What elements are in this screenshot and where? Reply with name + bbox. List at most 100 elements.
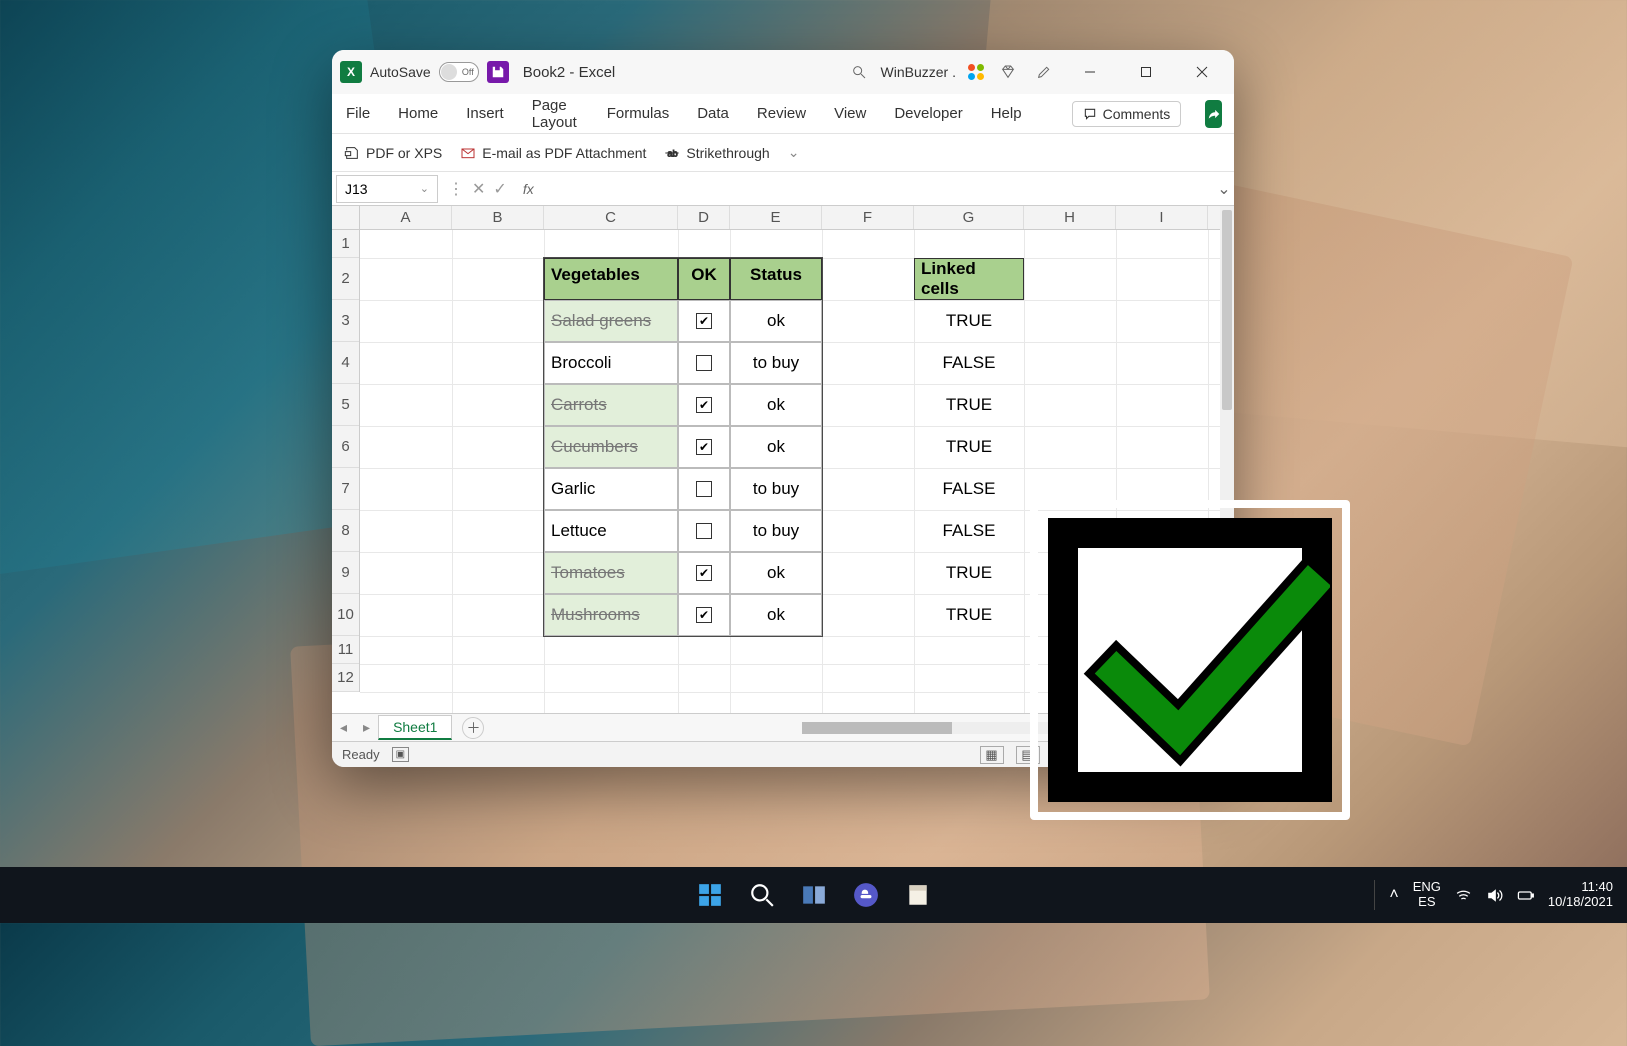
col-header[interactable]: D	[678, 206, 730, 229]
ok-cell[interactable]	[678, 510, 730, 552]
row-header[interactable]: 12	[332, 664, 359, 692]
linked-cell[interactable]: FALSE	[914, 342, 1024, 384]
tab-formulas[interactable]: Formulas	[605, 99, 672, 128]
email-pdf-button[interactable]: E-mail as PDF Attachment	[460, 145, 646, 161]
checkbox[interactable]	[696, 607, 712, 623]
column-headers[interactable]: ABCDEFGHI	[360, 206, 1220, 230]
fx-icon[interactable]: fx	[523, 181, 534, 197]
tab-data[interactable]: Data	[695, 99, 731, 128]
tab-file[interactable]: File	[344, 99, 372, 128]
ok-cell[interactable]	[678, 384, 730, 426]
col-header[interactable]: C	[544, 206, 678, 229]
language-indicator[interactable]: ENG ES	[1413, 880, 1441, 910]
status-cell[interactable]: to buy	[730, 342, 822, 384]
taskbar[interactable]: ˄ ENG ES 11:40 10/18/2021	[0, 867, 1627, 923]
row-header[interactable]: 6	[332, 426, 359, 468]
row-header[interactable]: 8	[332, 510, 359, 552]
tab-insert[interactable]: Insert	[464, 99, 506, 128]
tab-page-layout[interactable]: Page Layout	[530, 91, 581, 137]
linked-cell[interactable]: TRUE	[914, 300, 1024, 342]
row-header[interactable]: 11	[332, 636, 359, 664]
pdf-xps-button[interactable]: PDF or XPS	[344, 145, 442, 161]
volume-icon[interactable]	[1486, 887, 1503, 904]
row-header[interactable]: 7	[332, 468, 359, 510]
add-sheet-button[interactable]: ＋	[462, 717, 484, 739]
account-name[interactable]: WinBuzzer .	[881, 64, 956, 80]
checkbox[interactable]	[696, 397, 712, 413]
macro-record-icon[interactable]: ▣	[392, 747, 409, 762]
view-normal-icon[interactable]: ▦	[980, 746, 1004, 764]
search-icon[interactable]	[845, 58, 873, 86]
name-box[interactable]: J13 ⌄	[336, 175, 438, 203]
col-header[interactable]: I	[1116, 206, 1208, 229]
veg-cell[interactable]: Mushrooms	[544, 594, 678, 636]
linked-cell[interactable]: TRUE	[914, 552, 1024, 594]
table-header[interactable]: OK	[678, 258, 730, 300]
tab-home[interactable]: Home	[396, 99, 440, 128]
veg-cell[interactable]: Garlic	[544, 468, 678, 510]
veg-cell[interactable]: Tomatoes	[544, 552, 678, 594]
table-header[interactable]: Vegetables	[544, 258, 678, 300]
comments-button[interactable]: Comments	[1072, 101, 1182, 127]
maximize-button[interactable]	[1122, 50, 1170, 94]
share-button[interactable]	[1205, 100, 1222, 128]
col-header[interactable]: E	[730, 206, 822, 229]
tab-developer[interactable]: Developer	[892, 99, 964, 128]
status-cell[interactable]: ok	[730, 552, 822, 594]
row-header[interactable]: 9	[332, 552, 359, 594]
row-header[interactable]: 3	[332, 300, 359, 342]
tab-view[interactable]: View	[832, 99, 868, 128]
task-view-icon[interactable]	[799, 880, 829, 910]
ok-cell[interactable]	[678, 594, 730, 636]
formula-vdots-icon[interactable]: ⋮	[448, 179, 464, 199]
qat-overflow-icon[interactable]: ⌄	[788, 144, 800, 161]
formula-expand-icon[interactable]: ⌄	[1214, 179, 1234, 199]
minimize-button[interactable]	[1066, 50, 1114, 94]
select-all-corner[interactable]	[332, 206, 360, 230]
col-header[interactable]: G	[914, 206, 1024, 229]
wifi-icon[interactable]	[1455, 887, 1472, 904]
col-header[interactable]: F	[822, 206, 914, 229]
veg-cell[interactable]: Cucumbers	[544, 426, 678, 468]
ok-cell[interactable]	[678, 342, 730, 384]
chat-icon[interactable]	[851, 880, 881, 910]
ok-cell[interactable]	[678, 552, 730, 594]
table-header[interactable]: Status	[730, 258, 822, 300]
linked-cell[interactable]: FALSE	[914, 468, 1024, 510]
linked-cell[interactable]: TRUE	[914, 426, 1024, 468]
checkbox[interactable]	[696, 313, 712, 329]
row-header[interactable]: 4	[332, 342, 359, 384]
tab-help[interactable]: Help	[989, 99, 1024, 128]
sheet-nav-prev-icon[interactable]: ◂	[332, 719, 355, 736]
start-button-icon[interactable]	[695, 880, 725, 910]
veg-cell[interactable]: Salad greens	[544, 300, 678, 342]
close-button[interactable]	[1178, 50, 1226, 94]
status-cell[interactable]: to buy	[730, 468, 822, 510]
formula-cancel-icon[interactable]: ✕	[472, 179, 485, 199]
ok-cell[interactable]	[678, 300, 730, 342]
linked-header[interactable]: Linked cells	[914, 258, 1024, 300]
linked-cell[interactable]: TRUE	[914, 594, 1024, 636]
row-headers[interactable]: 123456789101112	[332, 230, 360, 692]
strikethrough-button[interactable]: ab Strikethrough	[664, 145, 769, 161]
formula-input[interactable]	[544, 176, 1214, 202]
sheet-nav-next-icon[interactable]: ▸	[355, 719, 378, 736]
col-header[interactable]: A	[360, 206, 452, 229]
diamond-icon[interactable]	[994, 58, 1022, 86]
status-cell[interactable]: ok	[730, 426, 822, 468]
explorer-icon[interactable]	[903, 880, 933, 910]
pen-icon[interactable]	[1030, 58, 1058, 86]
row-header[interactable]: 5	[332, 384, 359, 426]
veg-cell[interactable]: Carrots	[544, 384, 678, 426]
checkbox[interactable]	[696, 439, 712, 455]
row-header[interactable]: 1	[332, 230, 359, 258]
linked-cell[interactable]: TRUE	[914, 384, 1024, 426]
status-cell[interactable]: ok	[730, 300, 822, 342]
checkbox[interactable]	[696, 355, 712, 371]
checkbox[interactable]	[696, 481, 712, 497]
sheet-tab[interactable]: Sheet1	[378, 715, 452, 740]
status-cell[interactable]: ok	[730, 594, 822, 636]
veg-cell[interactable]: Lettuce	[544, 510, 678, 552]
formula-confirm-icon[interactable]: ✓	[493, 179, 506, 199]
tray-overflow-icon[interactable]: ˄	[1389, 886, 1398, 904]
